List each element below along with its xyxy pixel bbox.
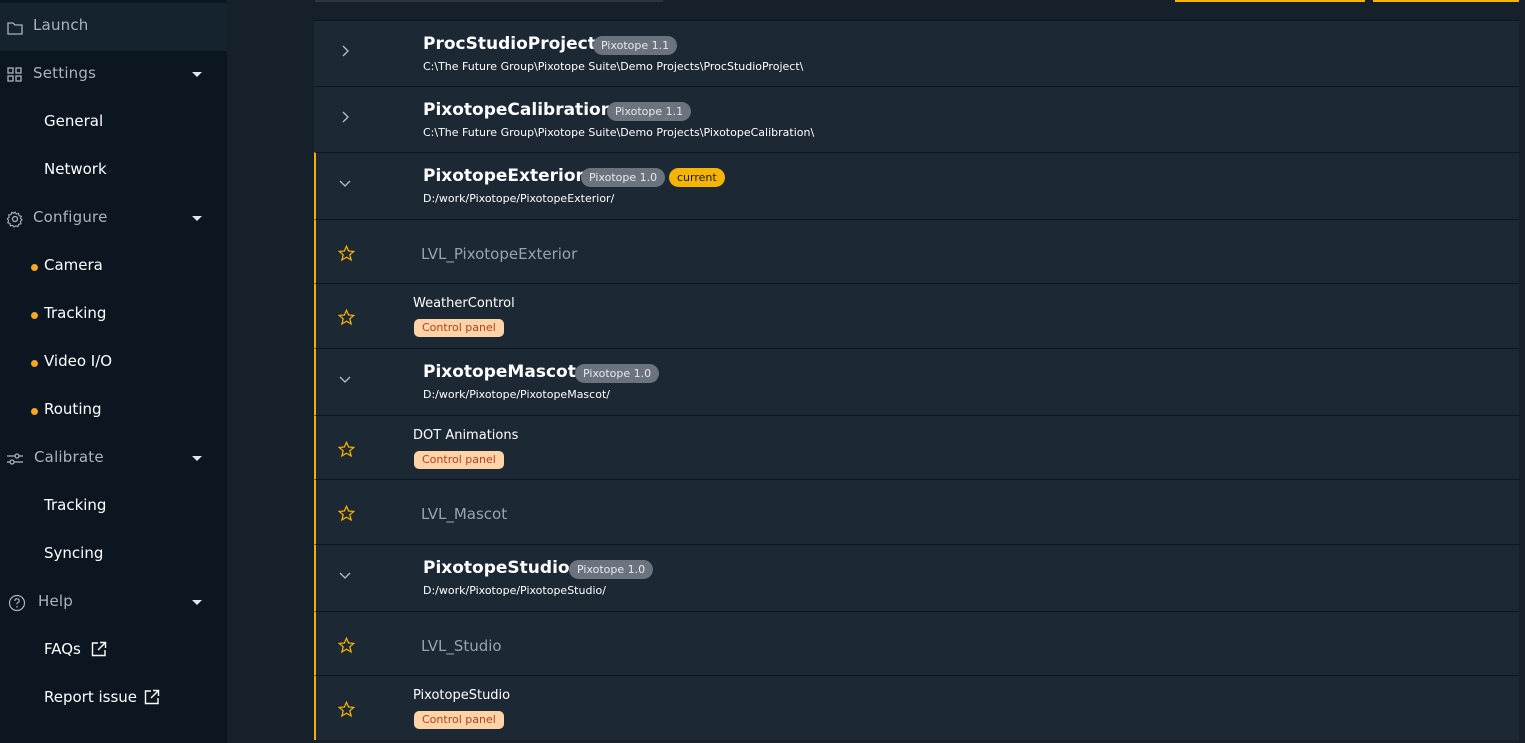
star-icon[interactable]	[338, 701, 355, 718]
nav-item-label: Routing	[44, 400, 102, 418]
star-icon[interactable]	[338, 637, 355, 654]
project-path: C:\The Future Group\Pixotope Suite\Demo …	[423, 60, 804, 73]
level-name: LVL_Mascot	[421, 505, 508, 523]
control-panel-row[interactable]: WeatherControl Control panel	[314, 283, 1519, 348]
project-name: ProcStudioProject	[423, 34, 596, 54]
nav-item-label: Report issue	[44, 688, 138, 706]
toolbar-button-primary[interactable]	[1175, 0, 1365, 2]
nav-launch[interactable]: Launch	[0, 3, 227, 51]
gear-icon	[6, 211, 23, 228]
project-path: C:\The Future Group\Pixotope Suite\Demo …	[423, 126, 815, 139]
level-name: LVL_Studio	[421, 637, 502, 655]
chevron-down-icon[interactable]	[338, 176, 352, 190]
external-link-icon	[91, 641, 107, 657]
chevron-down-icon[interactable]	[192, 600, 202, 605]
nav-configure-video-io[interactable]: Video I/O	[0, 339, 227, 387]
search-underline	[315, 0, 663, 2]
level-row[interactable]: LVL_PixotopeExterior	[314, 219, 1519, 283]
project-row[interactable]: PixotopeStudio Pixotope 1.0 D:/work/Pixo…	[314, 544, 1519, 611]
chevron-down-icon[interactable]	[192, 216, 202, 221]
nav-item-label: Tracking	[44, 496, 107, 514]
project-name: PixotopeCalibration	[423, 100, 613, 120]
nav-configure-camera[interactable]: Camera	[0, 243, 227, 291]
control-panel-name: WeatherControl	[413, 296, 515, 311]
version-badge: Pixotope 1.0	[581, 168, 666, 187]
nav-item-label: Network	[44, 160, 107, 178]
nav-configure[interactable]: Configure	[0, 195, 227, 243]
control-panel-name: DOT Animations	[413, 428, 519, 443]
nav-help-report-issue[interactable]: Report issue	[0, 675, 227, 723]
control-panel-row[interactable]: DOT Animations Control panel	[314, 415, 1519, 479]
chevron-down-icon[interactable]	[338, 568, 352, 582]
nav-calibrate[interactable]: Calibrate	[0, 435, 227, 483]
nav-item-label: FAQs	[44, 640, 81, 658]
star-icon[interactable]	[338, 441, 355, 458]
nav-help[interactable]: Help	[0, 579, 227, 627]
sliders-icon	[7, 453, 23, 465]
status-dot	[31, 360, 38, 367]
nav-item-label: Camera	[44, 256, 103, 274]
chevron-down-icon[interactable]	[338, 372, 352, 386]
project-row[interactable]: PixotopeCalibration Pixotope 1.1 C:\The …	[314, 86, 1519, 152]
status-dot	[31, 312, 38, 319]
project-name: PixotopeExterior	[423, 166, 584, 186]
nav-configure-routing[interactable]: Routing	[0, 387, 227, 435]
version-badge: Pixotope 1.1	[593, 36, 678, 55]
folder-icon	[7, 22, 23, 35]
grid-icon	[7, 67, 22, 82]
chevron-down-icon[interactable]	[192, 72, 202, 77]
nav-item-label: Syncing	[44, 544, 104, 562]
chevron-down-icon[interactable]	[192, 456, 202, 461]
star-icon[interactable]	[338, 505, 355, 522]
project-row[interactable]: PixotopeExterior Pixotope 1.0 current D:…	[314, 152, 1519, 219]
level-name: LVL_PixotopeExterior	[421, 245, 578, 263]
nav-calibrate-label: Calibrate	[34, 448, 104, 466]
project-name: PixotopeStudio	[423, 558, 570, 578]
nav-configure-tracking[interactable]: Tracking	[0, 291, 227, 339]
control-panel-badge: Control panel	[414, 451, 504, 469]
nav-settings-label: Settings	[33, 64, 97, 82]
project-path: D:/work/Pixotope/PixotopeMascot/	[423, 388, 610, 401]
project-path: D:/work/Pixotope/PixotopeStudio/	[423, 584, 606, 597]
control-panel-name: PixotopeStudio	[413, 688, 511, 703]
external-link-icon	[144, 689, 160, 705]
version-badge: Pixotope 1.0	[575, 364, 660, 383]
control-panel-badge: Control panel	[414, 319, 504, 337]
control-panel-row[interactable]: PixotopeStudio Control panel	[314, 675, 1519, 740]
nav-calibrate-syncing[interactable]: Syncing	[0, 531, 227, 579]
chevron-right-icon[interactable]	[338, 44, 352, 58]
control-panel-badge: Control panel	[414, 711, 504, 729]
nav-launch-label: Launch	[33, 16, 89, 34]
sidebar: Launch Settings General Network Configur…	[0, 0, 227, 743]
level-row[interactable]: LVL_Mascot	[314, 479, 1519, 544]
star-icon[interactable]	[338, 245, 355, 262]
level-row[interactable]: LVL_Studio	[314, 611, 1519, 675]
nav-item-label: General	[44, 112, 104, 130]
toolbar-button-secondary[interactable]	[1373, 0, 1519, 2]
project-row[interactable]: PixotopeMascot Pixotope 1.0 D:/work/Pixo…	[314, 348, 1519, 415]
nav-settings-network[interactable]: Network	[0, 147, 227, 195]
question-circle-icon	[8, 594, 26, 612]
project-path: D:/work/Pixotope/PixotopeExterior/	[423, 192, 615, 205]
nav-settings[interactable]: Settings	[0, 51, 227, 99]
star-icon[interactable]	[338, 309, 355, 326]
nav-item-label: Video I/O	[44, 352, 113, 370]
nav-configure-label: Configure	[33, 208, 108, 226]
chevron-right-icon[interactable]	[338, 110, 352, 124]
version-badge: Pixotope 1.1	[607, 102, 692, 121]
current-badge: current	[669, 168, 725, 187]
project-name: PixotopeMascot	[423, 362, 576, 382]
nav-item-label: Tracking	[44, 304, 107, 322]
status-dot	[31, 408, 38, 415]
project-row[interactable]: ProcStudioProject Pixotope 1.1 C:\The Fu…	[314, 20, 1519, 86]
nav-calibrate-tracking[interactable]: Tracking	[0, 483, 227, 531]
nav-help-faqs[interactable]: FAQs	[0, 627, 227, 675]
nav-settings-general[interactable]: General	[0, 99, 227, 147]
main-content: ProcStudioProject Pixotope 1.1 C:\The Fu…	[227, 0, 1525, 743]
version-badge: Pixotope 1.0	[569, 560, 654, 579]
status-dot	[31, 264, 38, 271]
nav-help-label: Help	[38, 592, 73, 610]
